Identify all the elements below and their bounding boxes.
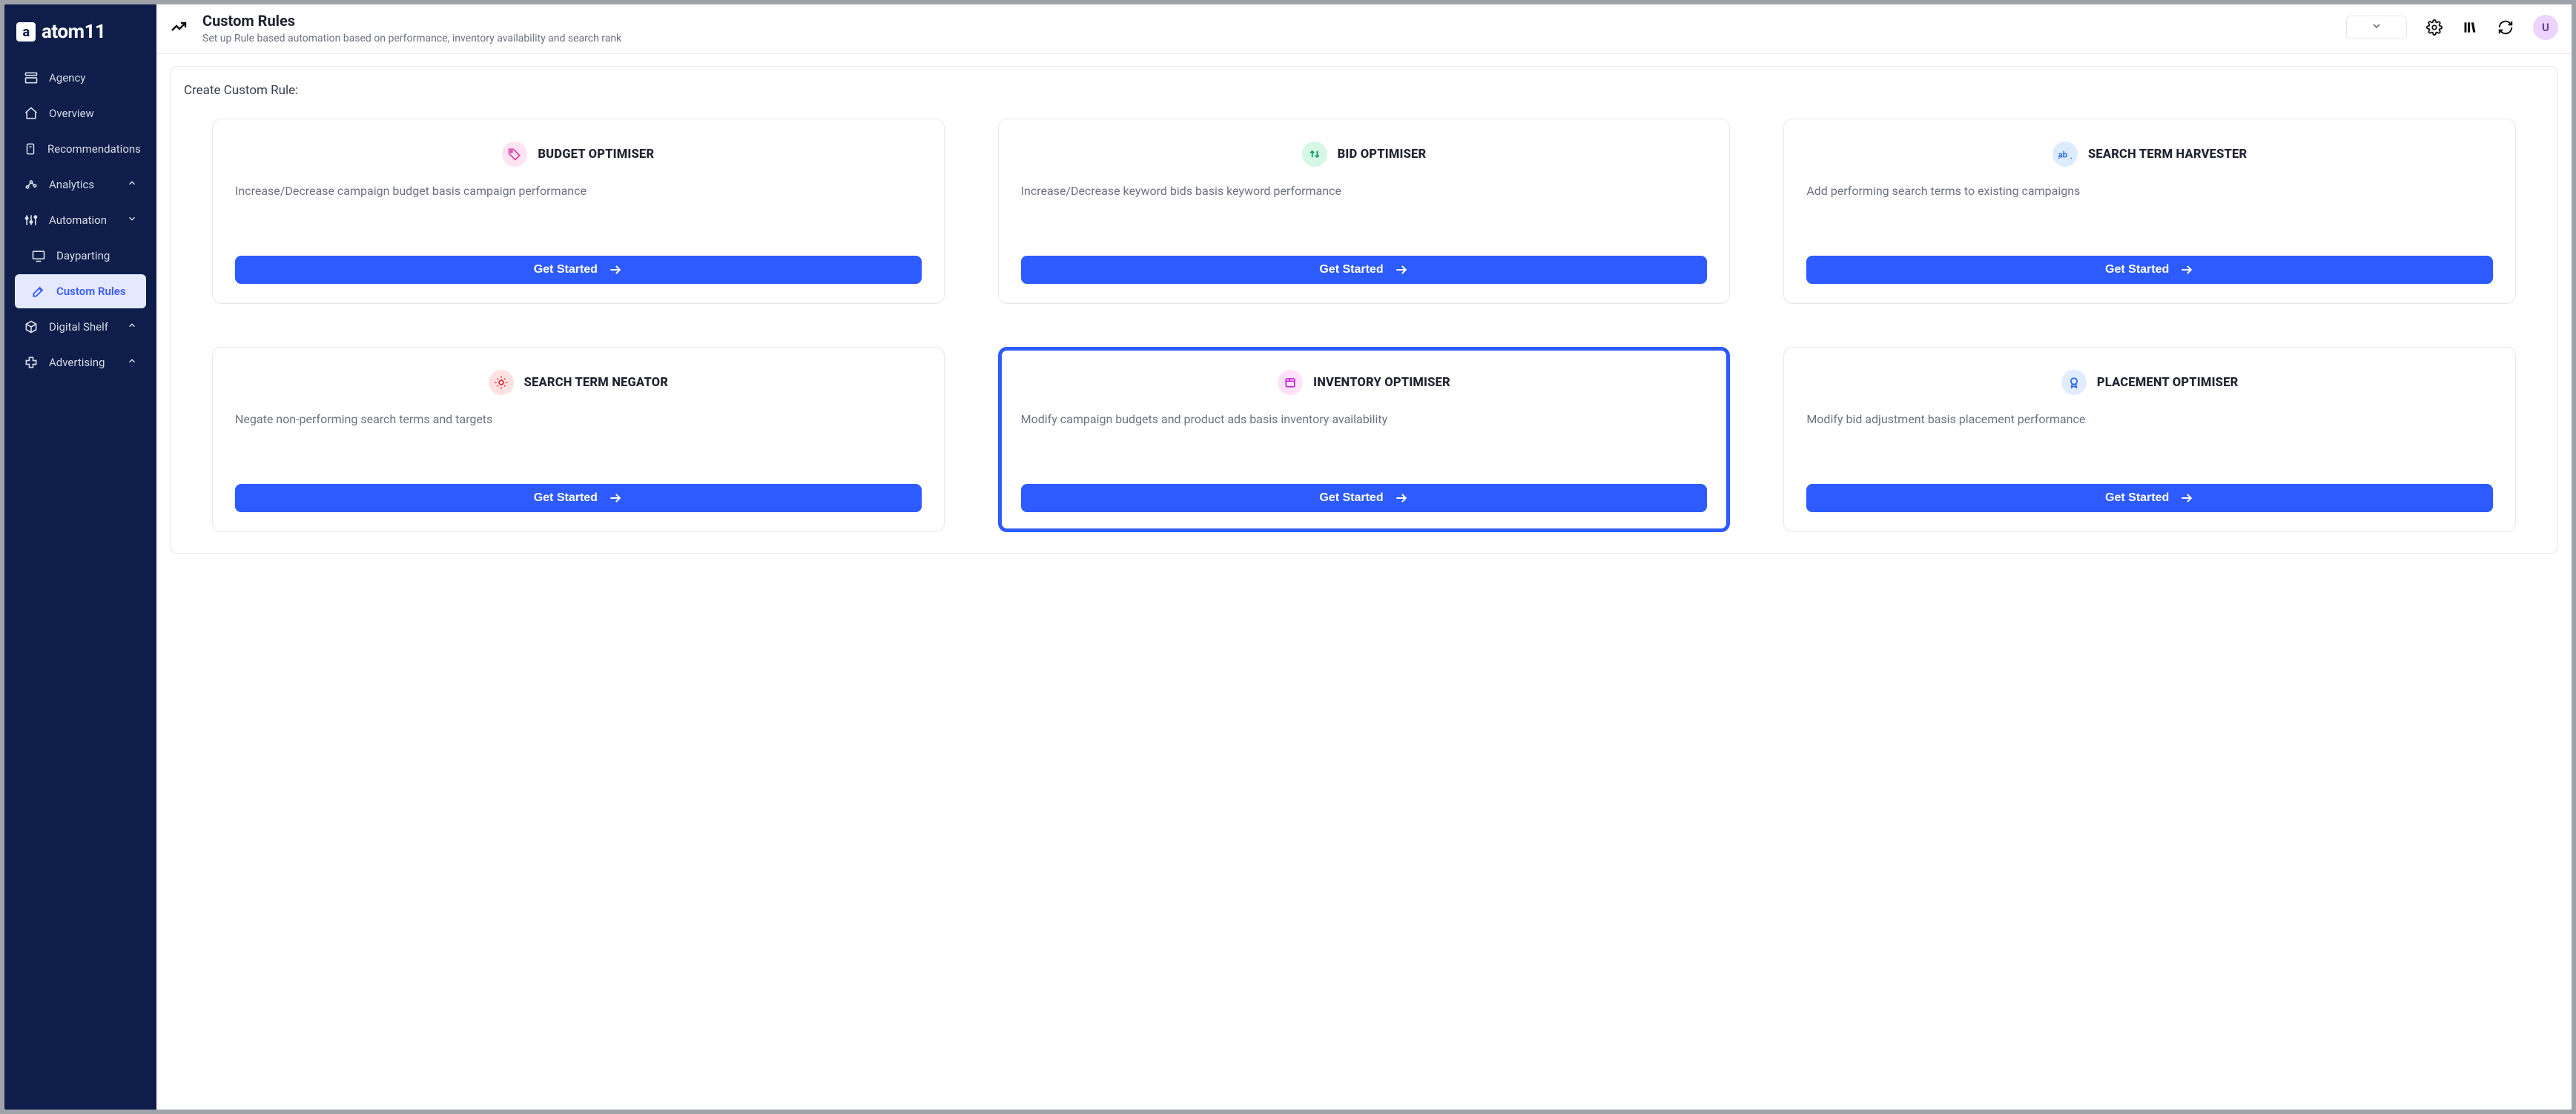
sidebar-item-label: Overview	[49, 107, 94, 120]
cog-alert-icon	[489, 370, 514, 395]
sidebar-nav: Agency Overview Recommendations Analytic…	[4, 61, 156, 379]
get-started-button[interactable]: Get Started	[1021, 484, 1708, 512]
page-subtitle: Set up Rule based automation based on pe…	[202, 33, 2333, 44]
content: Create Custom Rule: BUDGET OPTIMISER Incr…	[156, 54, 2572, 1110]
analytics-icon	[24, 177, 39, 192]
card-title: BID OPTIMISER	[1338, 147, 1427, 162]
arrow-right-icon	[608, 262, 623, 277]
sidebar-item-digital-shelf[interactable]: Digital Shelf	[15, 310, 146, 344]
rule-card: BID OPTIMISER Increase/Decrease keyword b…	[998, 119, 1731, 304]
sidebar-item-label: Recommendations	[47, 142, 141, 156]
sidebar-item-label: Agency	[49, 71, 85, 84]
sidebar-item-overview[interactable]: Overview	[15, 96, 146, 130]
get-started-button[interactable]: Get Started	[1021, 256, 1708, 284]
automation-icon	[24, 213, 39, 228]
main: Custom Rules Set up Rule based automatio…	[156, 4, 2572, 1110]
rule-cards-grid: BUDGET OPTIMISER Increase/Decrease campai…	[184, 119, 2544, 532]
rule-card: ab SEARCH TERM HARVESTER Add performing se…	[1783, 119, 2516, 304]
arrow-right-icon	[2179, 491, 2194, 505]
card-title: SEARCH TERM NEGATOR	[524, 376, 668, 390]
rule-card: INVENTORY OPTIMISER Modify campaign budge…	[998, 347, 1731, 532]
recommendations-icon	[24, 142, 37, 156]
sidebar-item-agency[interactable]: Agency	[15, 61, 146, 95]
library-button[interactable]	[2462, 19, 2478, 36]
sidebar-item-dayparting[interactable]: Dayparting	[15, 239, 146, 273]
sidebar-item-label: Dayparting	[56, 249, 110, 262]
arrow-right-icon	[608, 491, 623, 505]
create-rule-panel: Create Custom Rule: BUDGET OPTIMISER Incr…	[170, 66, 2558, 554]
edit-icon	[31, 284, 46, 299]
card-title: SEARCH TERM HARVESTER	[2088, 147, 2247, 162]
header-dropdown[interactable]	[2346, 16, 2407, 39]
button-label: Get Started	[1319, 263, 1383, 276]
badge-icon	[2061, 370, 2087, 395]
card-desc: Increase/Decrease keyword bids basis key…	[1021, 183, 1708, 199]
swap-vertical-icon	[1302, 142, 1327, 167]
card-head: BUDGET OPTIMISER	[235, 142, 922, 167]
tag-icon	[502, 142, 527, 167]
card-title: INVENTORY OPTIMISER	[1313, 376, 1450, 390]
brand: a atom11	[4, 15, 156, 61]
card-desc: Add performing search terms to existing …	[1806, 183, 2493, 199]
sidebar-item-label: Digital Shelf	[49, 320, 108, 334]
card-head: SEARCH TERM NEGATOR	[235, 370, 922, 395]
button-label: Get Started	[1319, 491, 1383, 505]
extension-icon	[24, 355, 39, 370]
brand-name: atom11	[42, 21, 105, 43]
sidebar-item-advertising[interactable]: Advertising	[15, 345, 146, 379]
sidebar-item-recommendations[interactable]: Recommendations	[15, 132, 146, 166]
card-title: PLACEMENT OPTIMISER	[2097, 376, 2239, 390]
cube-icon	[24, 319, 39, 334]
chevron-down-icon	[127, 213, 137, 227]
rule-card: BUDGET OPTIMISER Increase/Decrease campai…	[212, 119, 945, 304]
page-header: Custom Rules Set up Rule based automatio…	[156, 4, 2572, 54]
chevron-up-icon	[127, 320, 137, 334]
arrow-right-icon	[1394, 491, 1409, 505]
home-icon	[24, 106, 39, 121]
chevron-down-icon	[2371, 20, 2382, 35]
get-started-button[interactable]: Get Started	[235, 484, 922, 512]
sidebar-item-custom-rules[interactable]: Custom Rules	[15, 274, 146, 308]
page-title: Custom Rules	[202, 12, 2333, 30]
sidebar-item-label: Custom Rules	[56, 285, 126, 298]
sidebar: a atom11 Agency Overview Recommenda	[4, 4, 156, 1110]
rule-card: SEARCH TERM NEGATOR Negate non-performing…	[212, 347, 945, 532]
sidebar-item-automation[interactable]: Automation	[15, 203, 146, 237]
avatar[interactable]: U	[2533, 15, 2558, 40]
button-label: Get Started	[534, 491, 598, 505]
card-desc: Modify campaign budgets and product ads …	[1021, 411, 1708, 428]
sidebar-item-label: Analytics	[49, 178, 94, 191]
sidebar-item-analytics[interactable]: Analytics	[15, 168, 146, 202]
card-desc: Increase/Decrease campaign budget basis …	[235, 183, 922, 199]
arrow-right-icon	[2179, 262, 2194, 277]
button-label: Get Started	[534, 263, 598, 276]
sidebar-item-label: Automation	[49, 213, 107, 227]
card-head: INVENTORY OPTIMISER	[1021, 370, 1708, 395]
package-icon	[1278, 370, 1303, 395]
card-head: PLACEMENT OPTIMISER	[1806, 370, 2493, 395]
arrow-right-icon	[1394, 262, 1409, 277]
settings-button[interactable]	[2426, 19, 2443, 36]
desktop-icon	[31, 248, 46, 263]
get-started-button[interactable]: Get Started	[1806, 484, 2493, 512]
card-desc: Modify bid adjustment basis placement pe…	[1806, 411, 2493, 428]
trend-up-icon	[168, 16, 189, 37]
brand-mark-icon: a	[16, 22, 36, 42]
refresh-button[interactable]	[2497, 19, 2514, 36]
get-started-button[interactable]: Get Started	[235, 256, 922, 284]
card-head: ab SEARCH TERM HARVESTER	[1806, 142, 2493, 167]
card-head: BID OPTIMISER	[1021, 142, 1708, 167]
get-started-button[interactable]: Get Started	[1806, 256, 2493, 284]
agency-icon	[24, 70, 39, 85]
ab-icon: ab	[2052, 142, 2078, 167]
button-label: Get Started	[2105, 491, 2169, 505]
rule-card: PLACEMENT OPTIMISER Modify bid adjustment…	[1783, 347, 2516, 532]
sidebar-item-label: Advertising	[49, 356, 105, 369]
button-label: Get Started	[2105, 263, 2169, 276]
chevron-up-icon	[127, 356, 137, 369]
panel-title: Create Custom Rule:	[184, 83, 2544, 98]
card-desc: Negate non-performing search terms and t…	[235, 411, 922, 428]
chevron-up-icon	[127, 178, 137, 191]
card-title: BUDGET OPTIMISER	[538, 147, 654, 162]
